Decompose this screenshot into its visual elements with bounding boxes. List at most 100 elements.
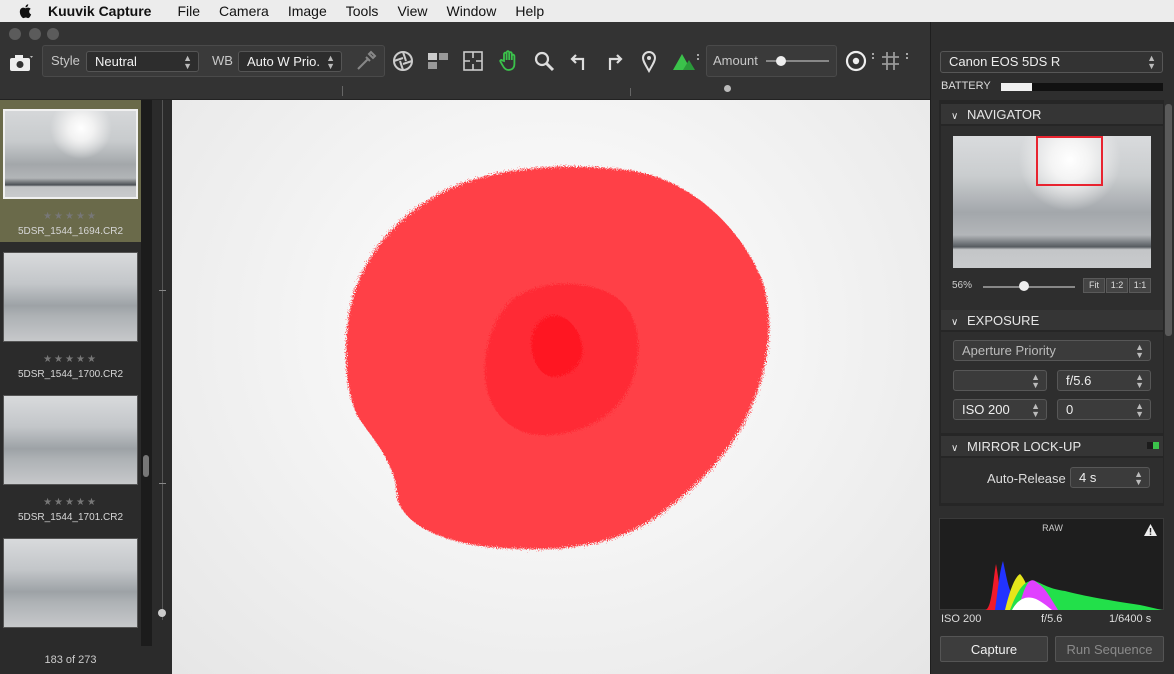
aperture-select[interactable]: f/5.6 ▲ ▼	[1057, 370, 1151, 391]
filmstrip-item[interactable]: ★★★★★ 5DSR_1544_1701.CR2	[0, 386, 141, 528]
auto-release-label: Auto-Release	[987, 471, 1066, 486]
zoom-track-tick	[159, 290, 166, 291]
chevron-down-icon: ∨	[951, 317, 959, 328]
panel-scroll-thumb[interactable]	[1165, 104, 1172, 336]
filmstrip-item[interactable]: ★★★★★ 5DSR_1544_1700.CR2	[0, 243, 141, 385]
rating-stars[interactable]: ★★★★★	[0, 354, 141, 365]
style-popup[interactable]: Neutral ▲ ▼	[86, 51, 199, 72]
zoom-track-tick	[159, 483, 166, 484]
auto-release-select[interactable]: 4 s ▲ ▼	[1070, 467, 1150, 488]
style-label: Style	[51, 53, 80, 68]
close-window-button[interactable]	[9, 28, 21, 40]
thumbnail-filename: 5DSR_1544_1700.CR2	[17, 369, 124, 380]
overexposure-overlay	[345, 166, 769, 550]
zoom-tool-icon[interactable]	[532, 49, 556, 73]
style-value: Neutral	[95, 54, 137, 69]
wb-label: WB	[212, 53, 233, 68]
toolbar: Style Neutral ▲ ▼ WB Auto W Prio. ▲ ▼ Am…	[0, 22, 930, 100]
wb-value: Auto W Prio.	[247, 54, 320, 69]
thumbnail-image	[3, 395, 138, 485]
thumbnail-image	[3, 538, 138, 628]
menu-camera[interactable]: Camera	[219, 3, 269, 19]
battery-meter	[1001, 83, 1163, 91]
vertical-zoom-track	[152, 100, 172, 674]
menu-window[interactable]: Window	[447, 3, 497, 19]
filmstrip-scroll-thumb[interactable]	[143, 455, 149, 477]
zoom-window-button[interactable]	[47, 28, 59, 40]
popup-arrows-icon: ▲ ▼	[1134, 469, 1143, 487]
iso-select[interactable]: ISO 200 ▲ ▼	[953, 399, 1047, 420]
ruler-tick	[630, 88, 631, 96]
apple-icon[interactable]	[18, 3, 34, 19]
camera-icon[interactable]	[8, 50, 34, 74]
pin-icon[interactable]	[637, 49, 661, 73]
battery-fill	[1001, 83, 1032, 91]
exposure-mode-select[interactable]: Aperture Priority ▲ ▼	[953, 340, 1151, 361]
zoom-track-line	[162, 100, 163, 620]
popup-arrows-icon: ▲ ▼	[326, 53, 335, 71]
app-menu[interactable]: Kuuvik Capture	[48, 3, 151, 19]
popup-arrows-icon: ▲ ▼	[1135, 372, 1144, 390]
filmstrip-item[interactable]	[0, 529, 141, 646]
grid-overlay-icon[interactable]	[880, 49, 910, 73]
popup-arrows-icon: ▲ ▼	[1135, 342, 1144, 360]
ruler-marker[interactable]	[724, 85, 731, 92]
indicator-on	[1153, 442, 1159, 449]
menu-image[interactable]: Image	[288, 3, 327, 19]
zoom-fit-button[interactable]: Fit	[1083, 278, 1105, 293]
live-view-icon[interactable]	[844, 49, 876, 73]
aperture-icon[interactable]	[391, 49, 415, 73]
iso-value: ISO 200	[962, 402, 1010, 417]
thumbnail-filename: 5DSR_1544_1694.CR2	[17, 226, 124, 237]
highlight-warning-icon[interactable]	[671, 49, 701, 73]
chevron-down-icon: ∨	[951, 443, 959, 454]
histogram-aperture: f/5.6	[1041, 613, 1063, 625]
histogram-shutter: 1/6400 s	[1109, 613, 1152, 625]
popup-arrows-icon: ▲ ▼	[1135, 401, 1144, 419]
exposure-compensation-value: 0	[1066, 402, 1074, 417]
wb-popup[interactable]: Auto W Prio. ▲ ▼	[238, 51, 342, 72]
zoom-full-button[interactable]: 1:1	[1129, 278, 1151, 293]
menu-help[interactable]: Help	[515, 3, 544, 19]
filmstrip-scrollbar[interactable]	[141, 100, 152, 646]
mirror-lockup-indicator	[1147, 442, 1159, 449]
compare-layout-icon[interactable]	[426, 49, 450, 73]
amount-label: Amount	[713, 53, 758, 68]
rating-stars[interactable]: ★★★★★	[0, 497, 141, 508]
menu-file[interactable]: File	[177, 3, 200, 19]
rating-stars[interactable]: ★★★★★	[0, 211, 141, 222]
crop-grid-icon[interactable]	[461, 49, 485, 73]
menu-bar: Kuuvik Capture File Camera Image Tools V…	[0, 0, 1174, 22]
navigator-header[interactable]: ∨ NAVIGATOR	[941, 104, 1163, 124]
navigator-title: NAVIGATOR	[967, 107, 1042, 122]
chevron-down-icon: ∨	[951, 111, 959, 122]
exposure-header[interactable]: ∨ EXPOSURE	[941, 310, 1163, 330]
right-panel: Canon EOS 5DS R ▲ ▼ BATTERY ∨ NAVIGATOR 56…	[930, 22, 1174, 674]
histogram-iso: ISO 200	[941, 613, 982, 625]
camera-model: Canon EOS 5DS R	[949, 54, 1061, 69]
exposure-title: EXPOSURE	[967, 313, 1040, 328]
zoom-track-knob[interactable]	[158, 609, 166, 617]
mirror-lockup-header[interactable]: ∨ MIRROR LOCK-UP	[941, 436, 1163, 456]
navigator-viewport-frame[interactable]	[1036, 136, 1103, 186]
capture-button[interactable]: Capture	[940, 636, 1048, 662]
rotate-left-icon[interactable]	[567, 49, 591, 73]
menu-view[interactable]: View	[397, 3, 427, 19]
hand-tool-icon[interactable]	[497, 49, 521, 73]
run-sequence-button[interactable]: Run Sequence	[1055, 636, 1164, 662]
filmstrip-item[interactable]: ★★★★★ 5DSR_1544_1694.CR2	[0, 100, 141, 242]
histogram-graph	[985, 561, 1162, 610]
image-count: 183 of 273	[44, 654, 97, 666]
eyedropper-icon[interactable]	[354, 49, 378, 73]
battery-label: BATTERY	[941, 80, 991, 92]
shutter-select[interactable]: ▲ ▼	[953, 370, 1047, 391]
camera-select[interactable]: Canon EOS 5DS R ▲ ▼	[940, 51, 1163, 73]
exposure-mode-value: Aperture Priority	[962, 343, 1056, 358]
rotate-right-icon[interactable]	[602, 49, 626, 73]
image-viewer[interactable]	[172, 100, 930, 674]
minimize-window-button[interactable]	[29, 28, 41, 40]
menu-tools[interactable]: Tools	[346, 3, 379, 19]
auto-release-value: 4 s	[1079, 470, 1097, 485]
zoom-half-button[interactable]: 1:2	[1106, 278, 1128, 293]
exposure-compensation-select[interactable]: 0 ▲ ▼	[1057, 399, 1151, 420]
